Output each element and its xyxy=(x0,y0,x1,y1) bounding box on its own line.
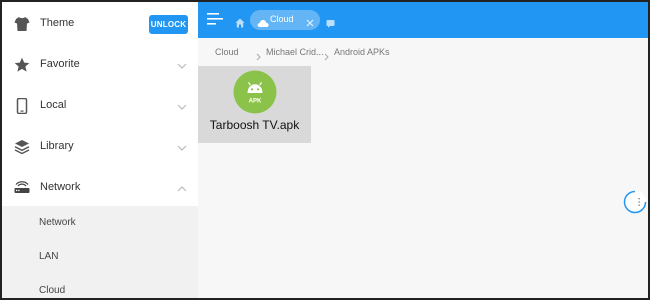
tab-cloud[interactable]: Cloud xyxy=(250,10,320,30)
breadcrumb-item-current[interactable]: Android APKs xyxy=(334,47,390,57)
file-name: Tarboosh TV.apk xyxy=(209,118,300,132)
tab-label: Cloud xyxy=(270,14,294,24)
android-apk-icon: APK xyxy=(233,70,277,114)
home-icon[interactable] xyxy=(235,15,245,28)
chevron-right-icon xyxy=(323,48,330,61)
breadcrumb-item-folder[interactable]: Michael Crid... xyxy=(266,47,324,57)
chevron-down-icon[interactable] xyxy=(176,100,188,112)
submenu-item-network[interactable]: Network xyxy=(39,217,76,228)
sidebar-item-label: Network xyxy=(40,181,81,193)
chevron-down-icon[interactable] xyxy=(176,141,188,153)
network-submenu: Network LAN Cloud xyxy=(2,206,198,298)
submenu-item-lan[interactable]: LAN xyxy=(39,251,58,262)
chevron-down-icon[interactable] xyxy=(176,59,188,71)
sidebar: Theme UNLOCK Favorite Local Library Netw… xyxy=(2,2,198,298)
breadcrumb: Cloud Michael Crid... Android APKs xyxy=(198,38,648,66)
sidebar-item-network[interactable]: Network xyxy=(2,168,198,209)
menu-icon[interactable] xyxy=(207,12,223,26)
sidebar-item-label: Favorite xyxy=(40,58,80,70)
apk-badge-text: APK xyxy=(249,99,262,105)
shirt-icon xyxy=(14,16,30,32)
app-window: Theme UNLOCK Favorite Local Library Netw… xyxy=(0,0,650,300)
chevron-up-icon[interactable] xyxy=(176,182,188,194)
top-toolbar: Cloud xyxy=(198,2,648,38)
star-icon xyxy=(14,57,30,73)
submenu-item-cloud[interactable]: Cloud xyxy=(39,285,65,296)
sidebar-item-favorite[interactable]: Favorite xyxy=(2,45,198,86)
sidebar-item-label: Local xyxy=(40,99,67,111)
sidebar-item-label: Theme xyxy=(40,17,75,29)
phone-icon xyxy=(14,98,30,114)
loading-spinner-icon[interactable] xyxy=(623,190,647,214)
sidebar-item-library[interactable]: Library xyxy=(2,127,198,168)
unlock-button[interactable]: UNLOCK xyxy=(149,15,188,34)
breadcrumb-item-cloud[interactable]: Cloud xyxy=(215,47,239,57)
file-item[interactable]: APK Tarboosh TV.apk xyxy=(198,66,311,143)
layers-icon xyxy=(14,139,30,155)
sidebar-item-label: Library xyxy=(40,140,74,152)
windows-icon[interactable] xyxy=(326,15,335,28)
cloud-icon xyxy=(257,15,269,27)
sidebar-item-local[interactable]: Local xyxy=(2,86,198,127)
router-icon xyxy=(14,180,30,196)
close-icon[interactable] xyxy=(305,15,315,27)
chevron-right-icon xyxy=(255,48,262,61)
file-list: APK Tarboosh TV.apk xyxy=(198,66,648,298)
